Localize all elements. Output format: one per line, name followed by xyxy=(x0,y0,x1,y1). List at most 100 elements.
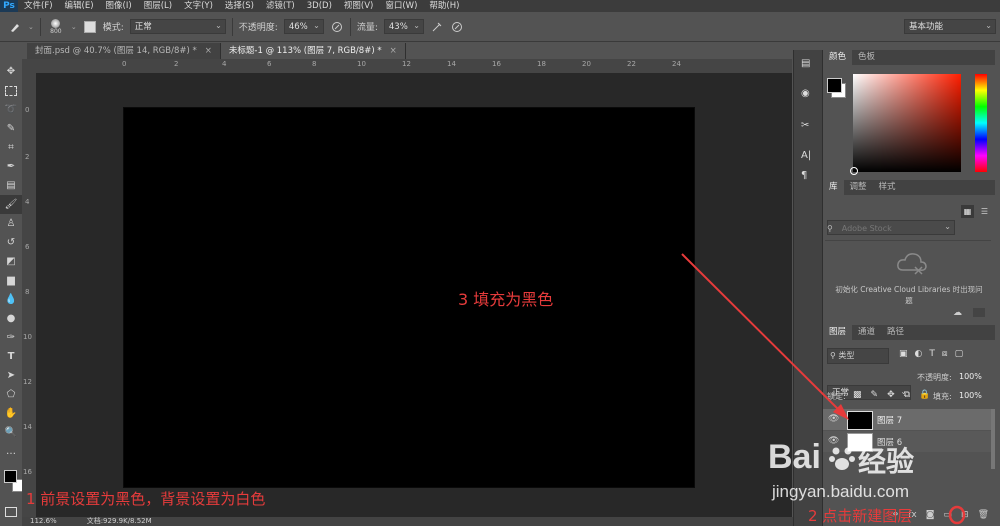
tab-color[interactable]: 颜色 xyxy=(823,50,853,65)
properties-panel-icon[interactable]: ◉ xyxy=(801,88,815,102)
character-panel-icon[interactable]: A| xyxy=(801,150,815,164)
opacity-input[interactable]: 46% xyxy=(283,18,324,34)
visibility-eye-icon[interactable]: 👁 xyxy=(828,414,839,424)
healing-brush-tool-icon[interactable]: ▤ xyxy=(0,176,22,195)
tools-panel: ✥ ➰ ✎ ⌗ ✒ ▤ 🖌 ♙ ↺ ◩ ▆ 💧 ● ✑ T ➤ ⬠ ✋ 🔍 … xyxy=(0,62,25,526)
stock-search-field[interactable]: ⚲ Adobe Stock xyxy=(825,224,991,241)
blur-tool-icon[interactable]: 💧 xyxy=(0,290,22,309)
delete-layer-icon[interactable]: 🗑 xyxy=(978,510,989,526)
hand-tool-icon[interactable]: ✋ xyxy=(0,404,22,423)
pen-tool-icon[interactable]: ✑ xyxy=(0,328,22,347)
tab-styles[interactable]: 样式 xyxy=(873,180,902,195)
menu-view[interactable]: 视图(V) xyxy=(338,0,379,12)
tab-layers[interactable]: 图层 xyxy=(823,325,853,340)
crop-tool-icon[interactable]: ⌗ xyxy=(0,138,22,157)
more-tools-icon[interactable]: … xyxy=(0,442,22,461)
add-mask-icon[interactable]: ◙ xyxy=(926,510,935,526)
history-panel-icon[interactable]: ▤ xyxy=(801,58,815,72)
menu-type[interactable]: 文字(Y) xyxy=(178,0,219,12)
lock-position-icon[interactable]: ✥ xyxy=(887,390,895,400)
document-canvas[interactable] xyxy=(123,107,695,488)
watermark-brand: Bai xyxy=(768,438,821,476)
pressure-size-icon[interactable] xyxy=(450,20,464,34)
menu-image[interactable]: 图像(I) xyxy=(100,0,138,12)
foreground-color-swatch[interactable] xyxy=(4,470,17,483)
close-icon[interactable]: × xyxy=(205,46,212,56)
airbrush-icon[interactable] xyxy=(430,20,444,34)
lock-image-icon[interactable]: ✎ xyxy=(871,390,879,400)
chevron-down-icon[interactable]: ⌄ xyxy=(28,23,34,31)
image-filter-icon[interactable]: ▣ xyxy=(899,349,908,359)
menu-edit[interactable]: 编辑(E) xyxy=(59,0,100,12)
marquee-tool-icon[interactable] xyxy=(0,81,22,100)
close-icon[interactable]: × xyxy=(390,46,397,56)
grid-view-icon[interactable]: ▦ xyxy=(961,205,974,218)
layer-filter-select[interactable]: ⚲ 类型 xyxy=(827,348,889,364)
menu-file[interactable]: 文件(F) xyxy=(18,0,59,12)
tab-swatches[interactable]: 色板 xyxy=(852,50,881,65)
dodge-tool-icon[interactable]: ● xyxy=(0,309,22,328)
layer-filter-label: 类型 xyxy=(838,351,855,360)
quick-select-tool-icon[interactable]: ✎ xyxy=(0,119,22,138)
shape-tool-icon[interactable]: ⬠ xyxy=(0,385,22,404)
tab-libraries[interactable]: 库 xyxy=(823,180,844,195)
tab-cover-psd[interactable]: 封面.psd @ 40.7% (图层 14, RGB/8#) * × xyxy=(27,43,221,59)
hue-slider[interactable] xyxy=(975,74,987,172)
lock-all-icon[interactable]: 🔒 xyxy=(919,390,930,400)
fill-input[interactable]: 100% xyxy=(959,391,982,400)
eyedropper-tool-icon[interactable]: ✒ xyxy=(0,157,22,176)
cloud-sync-icon[interactable]: ☁ xyxy=(953,308,962,318)
chevron-down-icon[interactable]: ⌄ xyxy=(71,23,77,31)
path-selection-tool-icon[interactable]: ➤ xyxy=(0,366,22,385)
menu-select[interactable]: 选择(S) xyxy=(219,0,260,12)
smart-object-filter-icon[interactable]: ▢ xyxy=(955,349,964,359)
flow-input[interactable]: 43% xyxy=(383,18,424,34)
workspace-select[interactable]: 基本功能 xyxy=(904,18,996,34)
menu-window[interactable]: 窗口(W) xyxy=(379,0,423,12)
foreground-color-swatch[interactable] xyxy=(827,78,842,93)
tab-adjustments[interactable]: 调整 xyxy=(844,180,873,195)
mode-select[interactable]: 正常 xyxy=(129,18,226,34)
brush-tool-icon[interactable] xyxy=(8,20,22,34)
type-tool-icon[interactable]: T xyxy=(0,347,22,366)
layer-opacity-input[interactable]: 100% xyxy=(959,372,982,381)
adjustment-filter-icon[interactable]: ◐ xyxy=(915,349,923,359)
lock-artboard-icon[interactable]: ⧉ xyxy=(904,390,910,400)
tab-untitled-1[interactable]: 未标题-1 @ 113% (图层 7, RGB/8#) * × xyxy=(220,43,406,59)
eraser-tool-icon[interactable]: ◩ xyxy=(0,252,22,271)
shape-filter-icon[interactable]: ⧈ xyxy=(942,349,948,359)
brush-panel-toggle-icon[interactable] xyxy=(83,20,97,34)
brush-tool-icon[interactable]: 🖌 xyxy=(0,195,22,214)
pressure-opacity-icon[interactable] xyxy=(330,20,344,34)
new-group-icon[interactable]: ▭ xyxy=(944,510,953,526)
paragraph-panel-icon[interactable]: ¶ xyxy=(801,170,815,184)
move-tool-icon[interactable]: ✥ xyxy=(0,62,22,81)
menu-filter[interactable]: 滤镜(T) xyxy=(260,0,301,12)
clone-stamp-tool-icon[interactable]: ♙ xyxy=(0,214,22,233)
layer-name[interactable]: 图层 7 xyxy=(877,414,902,426)
gradient-tool-icon[interactable]: ▆ xyxy=(0,271,22,290)
tab-channels[interactable]: 通道 xyxy=(852,325,881,340)
search-icon: ⚲ xyxy=(830,351,836,360)
type-filter-icon[interactable]: T xyxy=(929,349,935,359)
creative-cloud-error-icon xyxy=(895,250,929,276)
library-options-icon[interactable] xyxy=(973,308,985,317)
lasso-tool-icon[interactable]: ➰ xyxy=(0,100,22,119)
menu-help[interactable]: 帮助(H) xyxy=(423,0,465,12)
lock-transparent-icon[interactable]: ▩ xyxy=(853,390,862,400)
ruler-label: 4 xyxy=(222,60,227,68)
new-layer-icon[interactable]: ⊞ xyxy=(961,510,969,526)
vertical-ruler: 0 2 4 6 8 10 12 14 16 xyxy=(22,73,37,518)
layer-row-7[interactable]: 👁 图层 7 xyxy=(823,409,993,430)
zoom-tool-icon[interactable]: 🔍 xyxy=(0,423,22,442)
color-picker-field[interactable] xyxy=(850,74,961,175)
history-brush-tool-icon[interactable]: ↺ xyxy=(0,233,22,252)
tab-paths[interactable]: 路径 xyxy=(881,325,910,340)
quick-mask-icon[interactable] xyxy=(0,502,22,521)
paths-panel-icon[interactable]: ✂ xyxy=(801,120,815,134)
menu-3d[interactable]: 3D(D) xyxy=(301,0,338,12)
menu-layer[interactable]: 图层(L) xyxy=(138,0,178,12)
brush-preset-picker[interactable]: 800 xyxy=(47,18,65,35)
zoom-level[interactable]: 112.6% xyxy=(30,517,57,526)
list-view-icon[interactable]: ☰ xyxy=(978,205,991,218)
